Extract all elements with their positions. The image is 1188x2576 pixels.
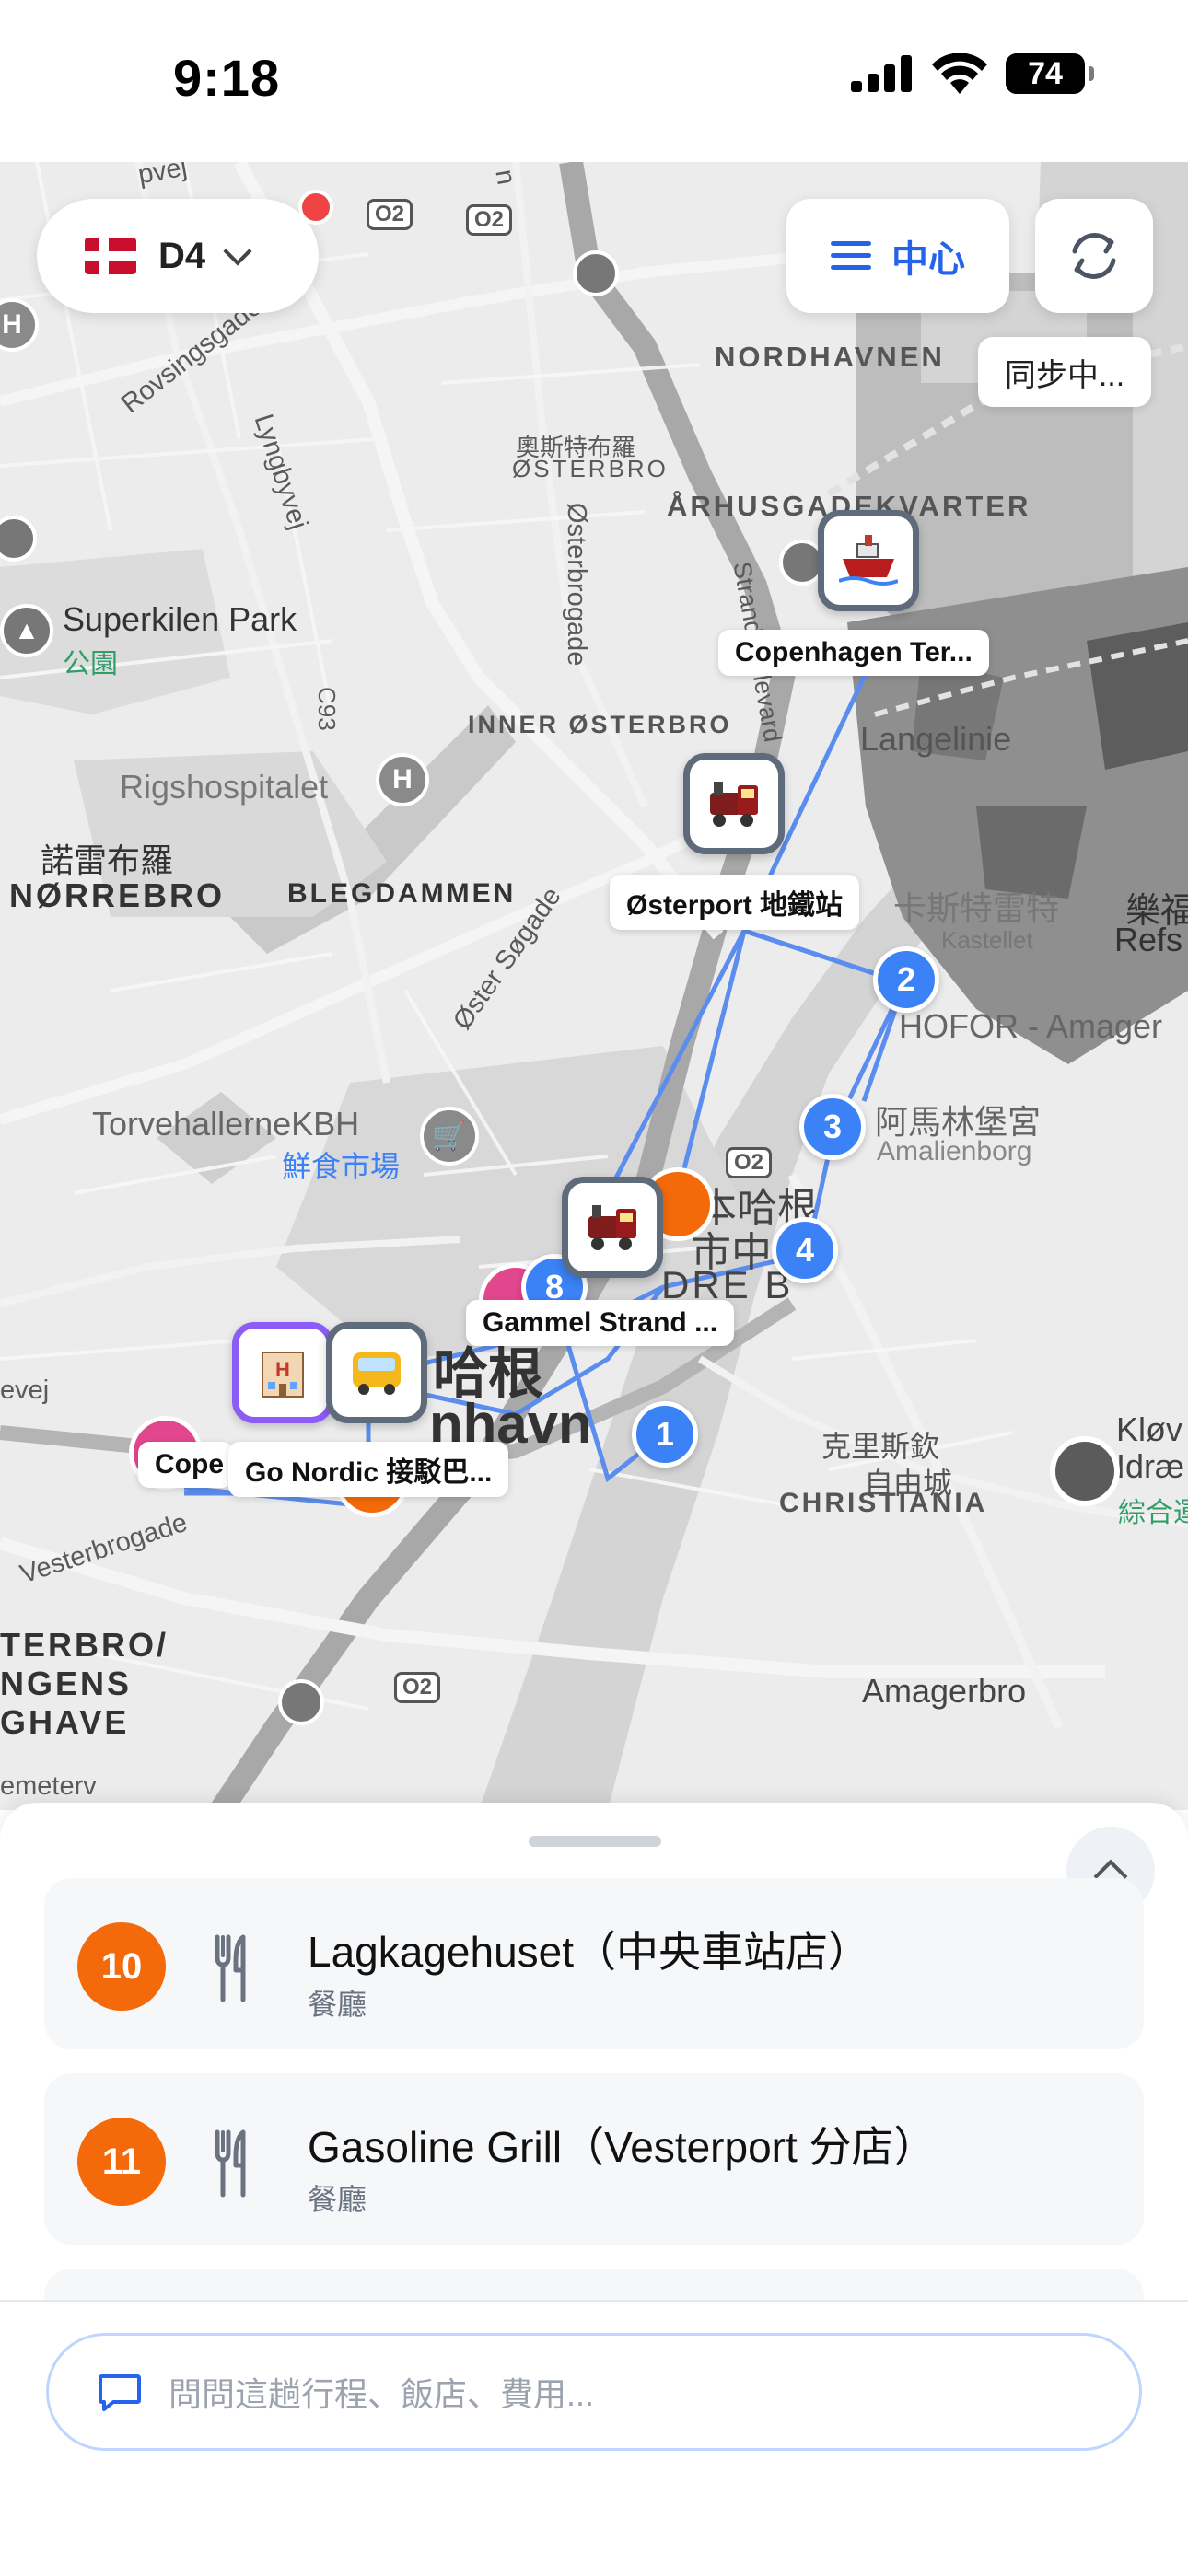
center-button[interactable]: 中心 xyxy=(786,199,1009,313)
gammel-strand-label[interactable]: Gammel Strand ... xyxy=(466,1300,735,1346)
stop-number-4[interactable]: 4 xyxy=(772,1217,838,1283)
stop-number-badge: 10 xyxy=(77,1922,166,2011)
hospital-icon[interactable]: H xyxy=(376,753,429,806)
district-label-cn: 諾雷布羅 xyxy=(41,841,174,879)
chat-bar: 問問這趟行程、飯店、費用... xyxy=(0,2300,1188,2576)
district-label: BLEGDAMMEN xyxy=(287,878,517,909)
park-label: Superkilen Park xyxy=(63,600,297,638)
center-button-label: 中心 xyxy=(891,239,965,280)
cellular-signal-icon xyxy=(851,55,912,92)
itinerary-item[interactable]: 11 Gasoline Grill（Vesterport 分店） 餐廳 xyxy=(44,2073,1144,2245)
itinerary-item-category: 餐廳 xyxy=(308,2183,367,2216)
street-label: Østerbrogade xyxy=(562,503,591,667)
district-label: GHAVE xyxy=(0,1703,130,1741)
menu-icon xyxy=(831,241,871,271)
itinerary-item[interactable]: 10 Lagkagehuset（中央車站店） 餐廳 xyxy=(44,1878,1144,2049)
fork-knife-icon xyxy=(215,1934,246,2002)
stop-number-2[interactable]: 2 xyxy=(873,946,939,1013)
map-view[interactable]: pvej n O2 O2 Rovsingsgade Lyngbyvej NORD… xyxy=(0,162,1188,1810)
district-label: NGENS xyxy=(0,1665,133,1702)
itinerary-item-category: 餐廳 xyxy=(308,1988,367,2021)
chevron-down-icon xyxy=(223,237,252,266)
bus-pin[interactable] xyxy=(326,1322,427,1423)
street-label: evej xyxy=(0,1375,50,1405)
map-base xyxy=(0,162,1188,1810)
shopping-cart-icon[interactable]: 🛒 xyxy=(420,1107,479,1166)
denmark-flag-icon xyxy=(85,238,136,274)
osterport-station-pin[interactable] xyxy=(683,753,785,854)
train-icon xyxy=(588,1205,636,1250)
refresh-icon xyxy=(1072,233,1116,279)
district-label: TERBRO/ xyxy=(0,1626,169,1664)
district-label: Kløv xyxy=(1116,1410,1182,1448)
train-station-icon[interactable] xyxy=(278,1679,324,1725)
status-icons: 74 xyxy=(851,53,1094,94)
chat-placeholder: 問問這趟行程、飯店、費用... xyxy=(169,2375,595,2413)
train-station-icon[interactable] xyxy=(573,250,619,296)
sheet-drag-handle[interactable] xyxy=(529,1836,661,1847)
hospital-label: Rigshospitalet xyxy=(120,768,329,806)
market-label: TorvehallerneKBH xyxy=(92,1105,360,1143)
location-icon[interactable] xyxy=(1050,1436,1120,1506)
chat-input[interactable]: 問問這趟行程、飯店、費用... xyxy=(46,2333,1142,2451)
district-label: ØSTERBRO xyxy=(512,455,669,482)
road-number-badge: O2 xyxy=(466,204,513,236)
gammel-strand-pin[interactable] xyxy=(562,1177,663,1278)
bus-icon xyxy=(353,1352,401,1395)
trip-day-selector[interactable]: D4 xyxy=(37,199,319,313)
place-label: Kastellet xyxy=(941,926,1033,954)
train-icon xyxy=(710,782,758,827)
sync-status-badge: 同步中... xyxy=(978,337,1151,407)
market-type-label: 鮮食市場 xyxy=(282,1150,401,1183)
place-label: Langelinie xyxy=(860,720,1012,758)
stop-number-1[interactable]: 1 xyxy=(632,1401,698,1468)
wifi-icon xyxy=(932,53,987,94)
road-number-badge: O2 xyxy=(367,199,413,230)
svg-text:H: H xyxy=(275,1358,290,1381)
district-label: Idræ xyxy=(1116,1447,1185,1485)
notification-dot xyxy=(298,190,333,225)
park-type-label: 公園 xyxy=(63,649,118,679)
status-bar: 9:18 74 xyxy=(0,0,1188,162)
district-label: Amagerbro xyxy=(862,1672,1027,1710)
itinerary-sheet[interactable]: 10 Lagkagehuset（中央車站店） 餐廳 11 Gasoline Gr… xyxy=(0,1803,1188,2300)
battery-icon: 74 xyxy=(1006,53,1094,94)
hotel-pin[interactable]: H xyxy=(232,1322,333,1423)
battery-percent: 74 xyxy=(1028,55,1063,91)
hotel-label[interactable]: Cope xyxy=(138,1442,233,1488)
district-label: Refs xyxy=(1114,921,1183,958)
street-label: C93 xyxy=(313,687,341,731)
street-label: emeterv xyxy=(0,1771,97,1801)
cruise-terminal-pin[interactable] xyxy=(818,510,919,611)
district-label: NØRREBRO xyxy=(9,876,226,914)
stop-number-badge: 11 xyxy=(77,2118,166,2206)
itinerary-item-title: Lagkagehuset（中央車站店） xyxy=(308,1928,871,1976)
osterport-station-label[interactable]: Østerport 地鐵站 xyxy=(610,875,860,930)
road-number-badge: O2 xyxy=(394,1672,441,1703)
venue-type-label: 綜合運 xyxy=(1118,1498,1188,1528)
place-label: HOFOR - Amager xyxy=(899,1007,1163,1045)
fork-knife-icon xyxy=(215,2129,246,2198)
place-label-cn: 卡斯特雷特 xyxy=(893,889,1060,927)
status-time: 9:18 xyxy=(173,49,281,107)
hotel-icon: H xyxy=(262,1352,304,1398)
park-icon[interactable]: ▲ xyxy=(0,604,53,657)
district-label: INNER ØSTERBRO xyxy=(468,711,732,738)
road-number-badge: O2 xyxy=(726,1147,773,1178)
cruise-terminal-label[interactable]: Copenhagen Ter... xyxy=(718,630,989,676)
chat-bubble-icon xyxy=(99,2374,141,2411)
stop-number-3[interactable]: 3 xyxy=(799,1094,866,1160)
palace-label: Amalienborg xyxy=(877,1136,1032,1166)
ship-icon xyxy=(839,535,898,586)
district-label: CHRISTIANIA xyxy=(779,1488,988,1518)
itinerary-item-title: Gasoline Grill（Vesterport 分店） xyxy=(308,2123,937,2171)
district-label: NORDHAVNEN xyxy=(715,341,945,373)
trip-day-label: D4 xyxy=(158,235,206,276)
bus-label[interactable]: Go Nordic 接駁巴... xyxy=(228,1442,509,1497)
itinerary-item-partial[interactable] xyxy=(44,2269,1144,2300)
sync-button[interactable] xyxy=(1035,199,1153,313)
